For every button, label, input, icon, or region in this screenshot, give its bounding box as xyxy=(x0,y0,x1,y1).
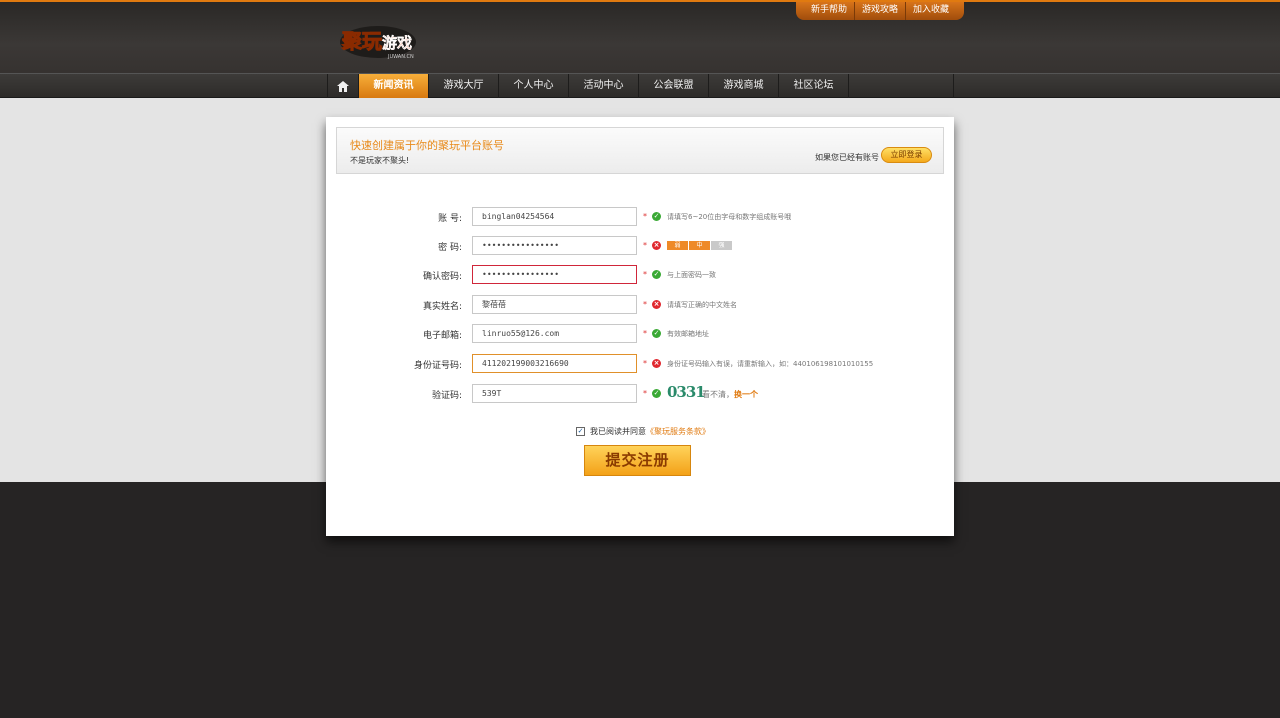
check-icon: ✓ xyxy=(652,329,661,338)
required-mark: * xyxy=(643,241,647,250)
login-hint: 如果您已经有账号 xyxy=(815,153,879,162)
realname-hint: 请填写正确的中文姓名 xyxy=(667,301,737,309)
agree-text: 我已阅读并同意 xyxy=(590,427,646,436)
site-logo[interactable]: 聚玩 游戏 JUWAN.CN xyxy=(338,18,420,62)
strength-weak: 弱 xyxy=(667,241,688,250)
captcha-label: 验证码: xyxy=(431,391,462,401)
password-label: 密 码: xyxy=(438,243,462,253)
email-label: 电子邮箱: xyxy=(422,331,462,341)
email-input[interactable]: linruo55@126.com xyxy=(472,324,637,343)
agree-row: ✓ 我已阅读并同意 《聚玩服务条款》 xyxy=(576,426,710,437)
required-mark: * xyxy=(643,329,647,338)
realname-input[interactable]: 黎蓓蓓 xyxy=(472,295,637,314)
required-mark: * xyxy=(643,389,647,398)
submit-button[interactable]: 提交注册 xyxy=(584,445,691,476)
account-row: 账 号: binglan04254564 * ✓ 请填写6~20位由字母和数字组… xyxy=(326,207,954,227)
nav-user-center[interactable]: 个人中心 xyxy=(499,74,569,98)
confirm-row: 确认密码: •••••••••••••••• * ✓ 与上面密码一致 xyxy=(326,265,954,285)
nav-home[interactable] xyxy=(328,74,359,98)
nav-events[interactable]: 活动中心 xyxy=(569,74,639,98)
required-mark: * xyxy=(643,270,647,279)
required-mark: * xyxy=(643,212,647,221)
required-mark: * xyxy=(643,300,647,309)
nav-guild[interactable]: 公会联盟 xyxy=(639,74,709,98)
strength-medium: 中 xyxy=(689,241,710,250)
main-nav: 新闻资讯 游戏大厅 个人中心 活动中心 公会联盟 游戏商城 社区论坛 xyxy=(0,73,1280,98)
strength-strong: 强 xyxy=(711,241,732,250)
home-icon xyxy=(337,80,349,92)
nav-news[interactable]: 新闻资讯 xyxy=(359,74,429,98)
agree-checkbox[interactable]: ✓ xyxy=(576,427,585,436)
check-icon: ✓ xyxy=(652,270,661,279)
required-mark: * xyxy=(643,359,647,368)
confirm-label: 确认密码: xyxy=(422,272,462,282)
top-link-guide[interactable]: 游戏攻略 xyxy=(855,2,907,20)
realname-row: 真实姓名: 黎蓓蓓 * × 请填写正确的中文姓名 xyxy=(326,295,954,315)
password-row: 密 码: •••••••••••••••• * × 弱 中 强 xyxy=(326,236,954,256)
captcha-row: 验证码: 539T * ✓ 0331 看不清，换一个 xyxy=(326,383,954,404)
captcha-hint-text: 看不清， xyxy=(702,390,734,399)
error-icon: × xyxy=(652,241,661,250)
confirm-password-input[interactable]: •••••••••••••••• xyxy=(472,265,637,284)
realname-label: 真实姓名: xyxy=(422,302,462,312)
nav-game-hall[interactable]: 游戏大厅 xyxy=(429,74,499,98)
error-icon: × xyxy=(652,300,661,309)
idcard-input[interactable]: 411202199003216690 xyxy=(472,354,637,373)
register-banner: 快速创建属于你的聚玩平台账号 不是玩家不聚头! 如果您已经有账号 立即登录 xyxy=(336,127,944,174)
top-links: 新手帮助 游戏攻略 加入收藏 xyxy=(796,2,965,20)
login-button[interactable]: 立即登录 xyxy=(881,147,932,163)
password-strength: 弱 中 强 xyxy=(667,241,733,250)
banner-title: 快速创建属于你的聚玩平台账号 xyxy=(350,139,504,152)
idcard-label: 身份证号码: xyxy=(413,361,462,371)
password-input[interactable]: •••••••••••••••• xyxy=(472,236,637,255)
banner-subtitle: 不是玩家不聚头! xyxy=(350,156,410,165)
confirm-hint: 与上面密码一致 xyxy=(667,271,716,279)
captcha-input[interactable]: 539T xyxy=(472,384,637,403)
account-input[interactable]: binglan04254564 xyxy=(472,207,637,226)
site-header: 聚玩 游戏 JUWAN.CN 新手帮助 游戏攻略 加入收藏 xyxy=(0,0,1280,73)
idcard-row: 身份证号码: 411202199003216690 * × 身份证号码输入有误，… xyxy=(326,354,954,374)
captcha-hint: 看不清，换一个 xyxy=(702,389,758,400)
idcard-hint: 身份证号码输入有误，请重新输入，如：440106198101010155 xyxy=(667,360,874,368)
nav-forum[interactable]: 社区论坛 xyxy=(779,74,849,98)
account-hint: 请填写6~20位由字母和数字组成账号哦 xyxy=(667,213,792,221)
nav-shop[interactable]: 游戏商城 xyxy=(709,74,779,98)
logo-text: 聚玩 xyxy=(341,29,382,53)
account-label: 账 号: xyxy=(438,214,462,224)
check-icon: ✓ xyxy=(652,389,661,398)
top-link-favorite[interactable]: 加入收藏 xyxy=(906,2,956,20)
email-hint: 有效邮箱地址 xyxy=(667,330,709,338)
logo-sub: JUWAN.CN xyxy=(387,54,414,60)
terms-link[interactable]: 《聚玩服务条款》 xyxy=(646,426,710,437)
check-icon: ✓ xyxy=(652,212,661,221)
error-icon: × xyxy=(652,359,661,368)
captcha-refresh-link[interactable]: 换一个 xyxy=(734,390,758,399)
email-row: 电子邮箱: linruo55@126.com * ✓ 有效邮箱地址 xyxy=(326,324,954,344)
logo-text-2: 游戏 xyxy=(382,34,412,52)
register-panel: 快速创建属于你的聚玩平台账号 不是玩家不聚头! 如果您已经有账号 立即登录 账 … xyxy=(326,117,954,536)
captcha-image[interactable]: 0331 xyxy=(667,383,706,401)
top-link-help[interactable]: 新手帮助 xyxy=(804,2,856,20)
